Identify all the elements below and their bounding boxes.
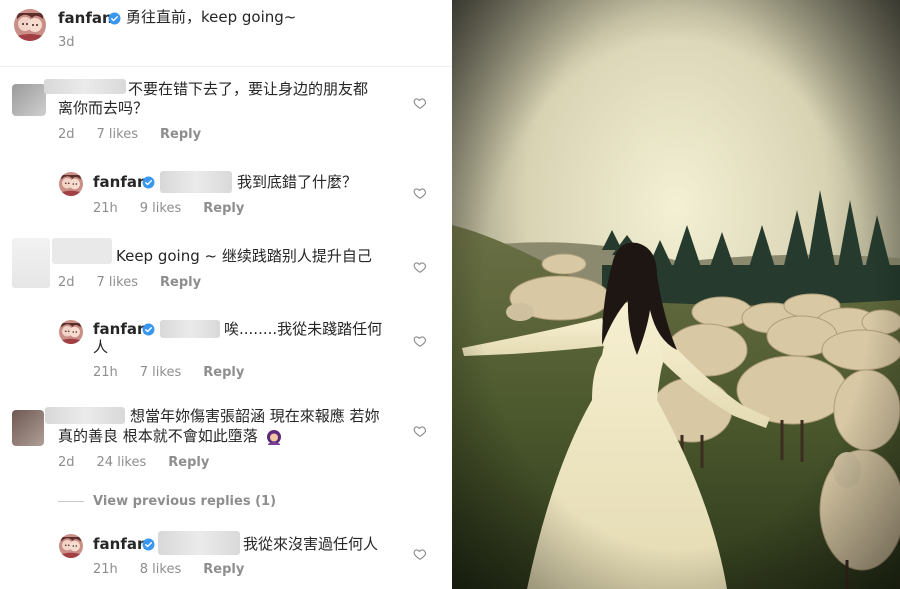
like-heart-icon[interactable] — [413, 547, 427, 561]
verified-badge-icon — [142, 176, 155, 189]
mention-blurred[interactable] — [160, 320, 220, 338]
like-heart-icon[interactable] — [413, 186, 427, 200]
verified-badge-icon — [142, 323, 155, 336]
reply-button[interactable]: Reply — [203, 201, 244, 216]
reply-button[interactable]: Reply — [203, 365, 244, 380]
reply-button[interactable]: Reply — [168, 455, 209, 470]
comment-meta: 21h 7 likes Reply — [93, 365, 244, 380]
mention-blurred[interactable] — [158, 531, 240, 555]
comment-text-line: 想當年妳傷害張韶涵 現在來報應 若妳 — [130, 407, 380, 425]
comments-panel: fanfan 勇往直前，keep going~ 3d 不要在错下去了，要让身边的… — [0, 0, 452, 589]
reply-button[interactable]: Reply — [160, 275, 201, 290]
fanfan-avatar[interactable] — [59, 320, 83, 344]
commenter-name-blurred[interactable] — [52, 238, 112, 264]
reply-username[interactable]: fanfan — [93, 173, 148, 191]
reply-text: 我到底錯了什麼？ — [237, 173, 358, 191]
post-photo — [452, 0, 900, 589]
likes-count[interactable]: 7 likes — [140, 365, 181, 380]
likes-count[interactable]: 9 likes — [140, 201, 181, 216]
photo-girl-with-sheep — [452, 0, 900, 589]
commenter-name-blurred[interactable] — [45, 407, 125, 424]
comment-text-line: 离你而去吗？ — [58, 99, 149, 117]
verified-badge-icon — [108, 12, 121, 25]
comment-text-line: 不要在错下去了，要让身边的朋友都 — [128, 80, 369, 98]
verified-badge-icon — [142, 538, 155, 551]
post-time: 3d — [58, 35, 75, 50]
view-previous-replies-link[interactable]: View previous replies (1) — [93, 494, 276, 509]
mention-blurred[interactable] — [160, 171, 232, 193]
like-heart-icon[interactable] — [413, 334, 427, 348]
reply-text-line: 唉........我從未踐踏任何 — [224, 320, 383, 338]
fanfan-avatar[interactable] — [59, 172, 83, 196]
likes-count[interactable]: 24 likes — [97, 455, 147, 470]
comment-time: 21h — [93, 365, 118, 380]
like-heart-icon[interactable] — [413, 260, 427, 274]
commenter-name-blurred[interactable] — [44, 79, 126, 94]
fanfan-avatar[interactable] — [59, 534, 83, 558]
comment-meta: 2d 7 likes Reply — [58, 275, 201, 290]
comment-meta: 21h 9 likes Reply — [93, 201, 244, 216]
likes-count[interactable]: 7 likes — [97, 275, 138, 290]
comment-time: 2d — [58, 455, 75, 470]
comment-time: 2d — [58, 127, 75, 142]
woman-emoji-icon — [267, 430, 281, 445]
comment-time: 21h — [93, 201, 118, 216]
likes-count[interactable]: 8 likes — [140, 562, 181, 577]
fanfan-avatar[interactable] — [14, 9, 46, 41]
comment-time: 21h — [93, 562, 118, 577]
commenter-avatar-blurred[interactable] — [12, 410, 44, 446]
post-username[interactable]: fanfan — [58, 9, 113, 27]
reply-text-line: 人 — [93, 338, 109, 356]
reply-text: 我從來沒害過任何人 — [243, 535, 379, 553]
comment-text: Keep going ~ 继续践踏别人提升自己 — [116, 247, 372, 265]
reply-username[interactable]: fanfan — [93, 320, 148, 338]
divider — [0, 66, 452, 67]
commenter-avatar-blurred[interactable] — [12, 238, 50, 288]
replies-divider-line — [58, 501, 84, 502]
commenter-avatar-blurred[interactable] — [12, 84, 46, 116]
comment-meta: 21h 8 likes Reply — [93, 562, 244, 577]
like-heart-icon[interactable] — [413, 96, 427, 110]
reply-button[interactable]: Reply — [203, 562, 244, 577]
comment-meta: 2d 7 likes Reply — [58, 127, 201, 142]
comment-meta: 2d 24 likes Reply — [58, 455, 209, 470]
likes-count[interactable]: 7 likes — [97, 127, 138, 142]
reply-button[interactable]: Reply — [160, 127, 201, 142]
comment-time: 2d — [58, 275, 75, 290]
like-heart-icon[interactable] — [413, 424, 427, 438]
post-caption: 勇往直前，keep going~ — [126, 8, 297, 26]
comment-text-line: 真的善良 根本就不會如此墮落 — [58, 427, 258, 445]
reply-username[interactable]: fanfan — [93, 535, 148, 553]
